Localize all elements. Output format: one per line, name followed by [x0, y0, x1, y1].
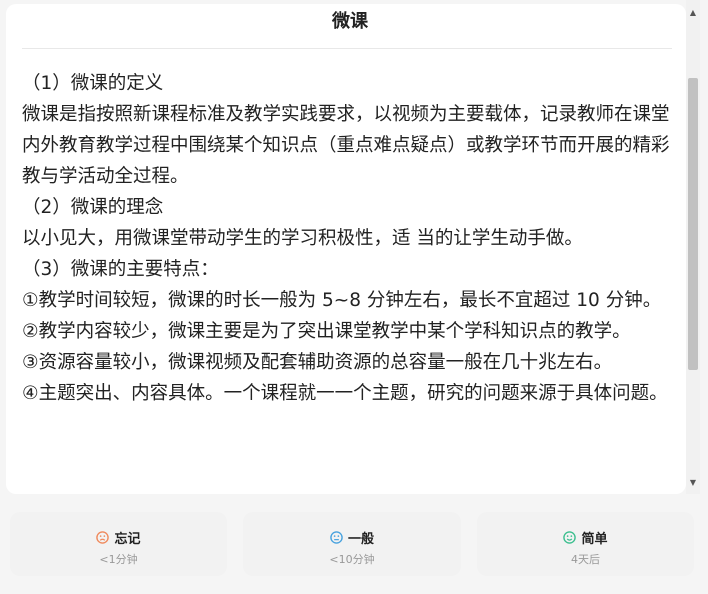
- scroll-up-arrow-icon[interactable]: ▲: [686, 6, 700, 20]
- easy-interval: 4天后: [571, 553, 600, 566]
- forget-interval: <1分钟: [99, 553, 138, 566]
- scroll-thumb[interactable]: [688, 78, 698, 370]
- content-paragraph: 微课是指按照新课程标准及教学实践要求，以视频为主要载体，记录教师在课堂内外教育教…: [22, 104, 670, 187]
- normal-button[interactable]: 一般 <10分钟: [243, 512, 461, 576]
- sad-face-icon: [96, 531, 110, 544]
- card-title: 微课: [332, 11, 368, 32]
- easy-button[interactable]: 简单 4天后: [477, 512, 694, 576]
- content-paragraph: ③资源容量较小，微课视频及配套辅助资源的总容量一般在几十兆左右。: [22, 352, 613, 373]
- easy-label: 简单: [581, 532, 608, 547]
- content-paragraph: ④主题突出、内容具体。一个课程就一一个主题，研究的问题来源于具体问题。: [22, 383, 668, 404]
- vertical-scrollbar[interactable]: ▲ ▼: [686, 0, 700, 494]
- smile-face-icon: [563, 531, 577, 544]
- forget-label: 忘记: [114, 532, 141, 547]
- content-paragraph: ②教学内容较少，微课主要是为了突出课堂教学中某个学科知识点的教学。: [22, 321, 631, 342]
- content-paragraph: （3）微课的主要特点：: [22, 259, 219, 280]
- title-divider: [22, 48, 672, 49]
- normal-label: 一般: [347, 532, 374, 547]
- neutral-face-icon: [330, 531, 343, 544]
- content-paragraph: （1）微课的定义: [22, 73, 164, 94]
- content-paragraph: （2）微课的理念: [22, 197, 164, 218]
- scroll-down-arrow-icon[interactable]: ▼: [686, 476, 700, 490]
- content-paragraph: ①教学时间较短，微课的时长一般为 5~8 分钟左右，最长不宜超过 10 分钟。: [22, 290, 662, 311]
- forget-button[interactable]: 忘记 <1分钟: [10, 512, 227, 576]
- card-content: （1）微课的定义 微课是指按照新课程标准及教学实践要求，以视频为主要载体，记录教…: [22, 68, 670, 409]
- content-paragraph: 以小见大，用微课堂带动学生的学习积极性，适 当的让学生动手做。: [22, 228, 583, 249]
- normal-interval: <10分钟: [329, 553, 375, 566]
- flashcard: 微课 （1）微课的定义 微课是指按照新课程标准及教学实践要求，以视频为主要载体，…: [6, 4, 686, 494]
